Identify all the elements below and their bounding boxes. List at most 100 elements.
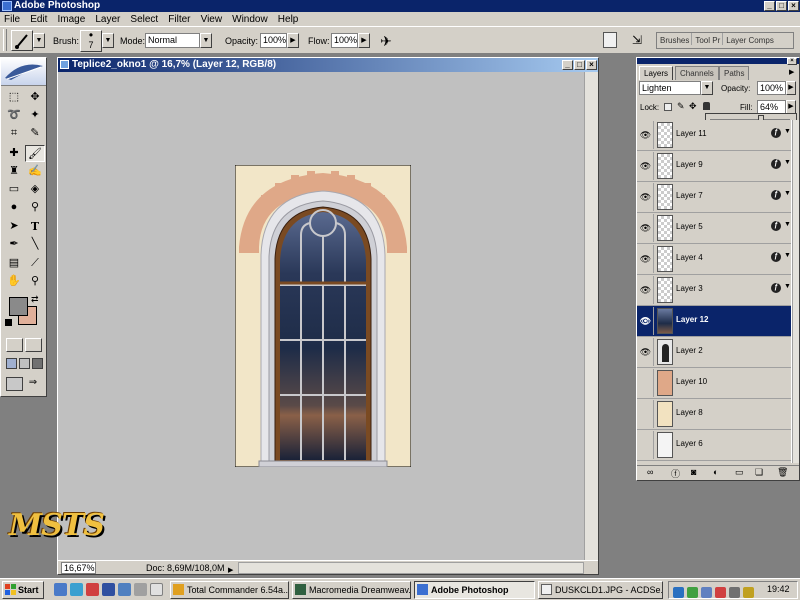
- eye-visibility-icon[interactable]: 👁: [638, 214, 654, 242]
- layer-effects-icon[interactable]: ƒ: [771, 283, 781, 293]
- tool-preset-picker[interactable]: [11, 30, 33, 51]
- dodge-tool-icon[interactable]: ⚲: [25, 199, 45, 216]
- tool-preset-dropdown[interactable]: ▼: [33, 33, 45, 48]
- eyedropper-tool-icon[interactable]: ⟋: [25, 255, 45, 272]
- delete-layer-icon[interactable]: 🗑: [777, 467, 788, 478]
- brush-dropdown[interactable]: ▼: [102, 33, 114, 48]
- opacity-arrow[interactable]: ▶: [287, 33, 299, 48]
- line-tool-icon[interactable]: ╲: [25, 236, 45, 253]
- eye-visibility-icon[interactable]: 👁: [638, 245, 654, 273]
- layer-mask-icon[interactable]: ◙: [691, 467, 696, 477]
- new-layer-icon[interactable]: ❏: [755, 467, 763, 478]
- layer-thumbnail[interactable]: [657, 122, 673, 148]
- layer-row[interactable]: Layer 6: [637, 430, 791, 461]
- menu-layer[interactable]: Layer: [91, 13, 123, 27]
- quicklaunch-explorer-icon[interactable]: [70, 583, 83, 596]
- horizontal-scrollbar[interactable]: [238, 562, 584, 574]
- task-total-commander[interactable]: Total Commander 6.54a...: [170, 581, 289, 599]
- quicklaunch-notepad-icon[interactable]: [150, 583, 163, 596]
- layer-effects-icon[interactable]: ƒ: [771, 159, 781, 169]
- paint-bucket-tool-icon[interactable]: ◈: [25, 181, 45, 198]
- clone-stamp-tool-icon[interactable]: ♜: [4, 163, 24, 180]
- screen-mode-standard-icon[interactable]: [6, 358, 17, 369]
- layer-effects-icon[interactable]: ƒ: [771, 221, 781, 231]
- tray-app-icon[interactable]: [715, 587, 726, 598]
- expand-effects-arrow[interactable]: ▼: [784, 252, 791, 259]
- eye-visibility-icon[interactable]: 👁: [638, 152, 654, 180]
- layer-name[interactable]: Layer 8: [676, 408, 703, 417]
- menu-filter[interactable]: Filter: [164, 13, 193, 27]
- quicklaunch-desktop-icon[interactable]: [134, 583, 147, 596]
- layer-thumbnail[interactable]: [657, 184, 673, 210]
- expand-effects-arrow[interactable]: ▼: [784, 128, 791, 135]
- layer-effects-icon[interactable]: ƒ: [771, 252, 781, 262]
- tray-misc-icon[interactable]: [743, 587, 754, 598]
- lasso-tool-icon[interactable]: ➰: [4, 107, 24, 124]
- lock-transparency-icon[interactable]: [664, 103, 672, 111]
- well-tab-tool-presets[interactable]: Tool Pr: [692, 33, 724, 45]
- layers-panel-titlebar[interactable]: [637, 58, 799, 64]
- notes-tool-icon[interactable]: ▤: [4, 255, 24, 272]
- toolbox-header[interactable]: [1, 58, 46, 86]
- layer-thumbnail[interactable]: [657, 277, 673, 303]
- doc-minimize-button[interactable]: _: [562, 60, 573, 70]
- path-selection-tool-icon[interactable]: ➤: [4, 218, 24, 235]
- layer-thumbnail[interactable]: [657, 246, 673, 272]
- slice-tool-icon[interactable]: ✎: [25, 125, 45, 142]
- layer-name[interactable]: Layer 11: [676, 129, 707, 138]
- layer-effects-icon[interactable]: ƒ: [771, 128, 781, 138]
- visibility-toggle[interactable]: [638, 400, 654, 428]
- move-tool-icon[interactable]: ✥: [25, 89, 45, 106]
- layer-row[interactable]: Layer 8: [637, 399, 791, 430]
- layer-thumbnail[interactable]: [657, 339, 673, 365]
- swap-colors-icon[interactable]: ⇄: [31, 294, 39, 305]
- eye-visibility-icon[interactable]: 👁: [638, 121, 654, 149]
- expand-effects-arrow[interactable]: ▼: [784, 190, 791, 197]
- brush-tool-icon[interactable]: 🖌: [25, 145, 45, 162]
- vertical-scrollbar[interactable]: [584, 72, 598, 560]
- tab-channels[interactable]: Channels: [675, 66, 719, 80]
- canvas-image[interactable]: [235, 165, 411, 467]
- options-bar-grip[interactable]: [3, 29, 7, 51]
- flow-arrow[interactable]: ▶: [358, 33, 370, 48]
- menu-edit[interactable]: Edit: [26, 13, 50, 27]
- crop-tool-icon[interactable]: ⌗: [4, 125, 24, 142]
- layer-thumbnail[interactable]: [657, 215, 673, 241]
- doc-maximize-button[interactable]: □: [574, 60, 585, 70]
- quicklaunch-save-icon[interactable]: [102, 583, 115, 596]
- layer-row[interactable]: 👁 Layer 12: [637, 306, 791, 337]
- layer-thumbnail[interactable]: [657, 401, 673, 427]
- flow-input[interactable]: 100%: [331, 33, 358, 48]
- blur-tool-icon[interactable]: ●: [4, 199, 24, 216]
- layer-name[interactable]: Layer 2: [676, 346, 703, 355]
- close-button[interactable]: ×: [788, 1, 799, 11]
- mode-dropdown[interactable]: ▼: [200, 33, 212, 48]
- visibility-toggle[interactable]: [638, 369, 654, 397]
- hand-tool-icon[interactable]: ✋: [4, 273, 24, 290]
- quick-mask-button[interactable]: [25, 338, 42, 352]
- menu-select[interactable]: Select: [126, 13, 161, 27]
- lock-image-icon[interactable]: ✎: [677, 101, 685, 112]
- airbrush-icon[interactable]: ✈: [377, 32, 395, 50]
- well-tab-brushes[interactable]: Brushes: [657, 33, 693, 45]
- tab-paths[interactable]: Paths: [719, 66, 750, 80]
- layer-list-scrollbar[interactable]: [792, 120, 799, 463]
- adjustment-layer-icon[interactable]: ◐: [713, 467, 718, 477]
- tray-av-icon[interactable]: [687, 587, 698, 598]
- visibility-toggle[interactable]: [638, 431, 654, 459]
- palette-well-toggle-icon[interactable]: ⇲: [628, 31, 646, 49]
- healing-brush-tool-icon[interactable]: ✚: [4, 145, 24, 162]
- layer-thumbnail[interactable]: [657, 308, 673, 334]
- layer-row[interactable]: 👁 Layer 3 ƒ ▼: [637, 275, 791, 306]
- menu-file[interactable]: File: [0, 13, 23, 27]
- history-brush-tool-icon[interactable]: ✍: [25, 163, 45, 180]
- tray-monitor-icon[interactable]: [701, 587, 712, 598]
- layer-name[interactable]: Layer 4: [676, 253, 703, 262]
- foreground-color-swatch-top[interactable]: [9, 297, 28, 316]
- menu-image[interactable]: Image: [53, 13, 88, 27]
- lock-position-icon[interactable]: ✥: [689, 101, 697, 112]
- layer-row[interactable]: 👁 Layer 4 ƒ ▼: [637, 244, 791, 275]
- tab-layers[interactable]: Layers: [639, 66, 674, 80]
- eye-visibility-icon[interactable]: 👁: [638, 276, 654, 304]
- fill-input[interactable]: 64%: [757, 100, 786, 114]
